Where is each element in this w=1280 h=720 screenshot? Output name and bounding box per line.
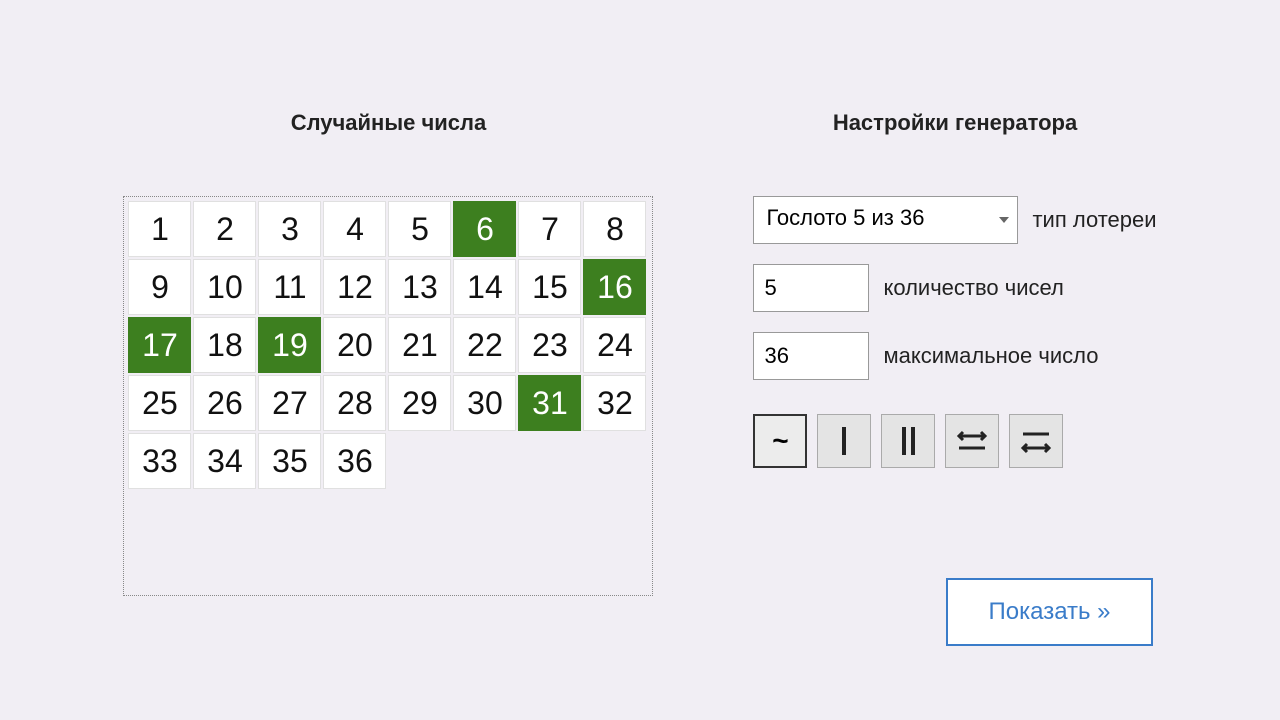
number-cell-19[interactable]: 19 xyxy=(258,317,321,373)
number-cell-31[interactable]: 31 xyxy=(518,375,581,431)
number-cell-24[interactable]: 24 xyxy=(583,317,646,373)
number-cell-16[interactable]: 16 xyxy=(583,259,646,315)
right-title: Настройки генератора xyxy=(833,110,1077,136)
mode-button-arrow-over-line[interactable] xyxy=(945,414,999,468)
lottery-selected-value: Гослото 5 из 36 xyxy=(766,205,924,230)
lottery-type-select[interactable]: Гослото 5 из 36 xyxy=(753,196,1018,244)
number-cell-13[interactable]: 13 xyxy=(388,259,451,315)
number-cell-5[interactable]: 5 xyxy=(388,201,451,257)
number-cell-33[interactable]: 33 xyxy=(128,433,191,489)
number-cell-36[interactable]: 36 xyxy=(323,433,386,489)
number-cell-4[interactable]: 4 xyxy=(323,201,386,257)
number-cell-21[interactable]: 21 xyxy=(388,317,451,373)
left-title: Случайные числа xyxy=(291,110,487,136)
number-cell-14[interactable]: 14 xyxy=(453,259,516,315)
line-over-arrow-icon xyxy=(1019,426,1053,456)
number-grid: 1234567891011121314151617181920212223242… xyxy=(123,196,653,596)
arrow-over-line-icon xyxy=(955,426,989,456)
number-cell-32[interactable]: 32 xyxy=(583,375,646,431)
number-cell-23[interactable]: 23 xyxy=(518,317,581,373)
number-cell-29[interactable]: 29 xyxy=(388,375,451,431)
tilde-icon: ~ xyxy=(772,425,788,457)
number-cell-10[interactable]: 10 xyxy=(193,259,256,315)
submit-button[interactable]: Показать » xyxy=(946,578,1152,646)
number-cell-22[interactable]: 22 xyxy=(453,317,516,373)
number-cell-8[interactable]: 8 xyxy=(583,201,646,257)
number-cell-15[interactable]: 15 xyxy=(518,259,581,315)
mode-button-line-over-arrow[interactable] xyxy=(1009,414,1063,468)
number-cell-17[interactable]: 17 xyxy=(128,317,191,373)
number-cell-11[interactable]: 11 xyxy=(258,259,321,315)
number-cell-28[interactable]: 28 xyxy=(323,375,386,431)
random-numbers-panel: Случайные числа 123456789101112131415161… xyxy=(123,110,653,720)
mode-button-double-bar[interactable] xyxy=(881,414,935,468)
single-bar-icon xyxy=(842,427,846,455)
number-cell-20[interactable]: 20 xyxy=(323,317,386,373)
number-cell-12[interactable]: 12 xyxy=(323,259,386,315)
number-cell-25[interactable]: 25 xyxy=(128,375,191,431)
number-cell-6[interactable]: 6 xyxy=(453,201,516,257)
max-input[interactable] xyxy=(753,332,869,380)
number-cell-1[interactable]: 1 xyxy=(128,201,191,257)
number-cell-30[interactable]: 30 xyxy=(453,375,516,431)
lottery-label: тип лотереи xyxy=(1032,207,1156,233)
number-cell-7[interactable]: 7 xyxy=(518,201,581,257)
count-input[interactable] xyxy=(753,264,869,312)
number-cell-9[interactable]: 9 xyxy=(128,259,191,315)
number-cell-3[interactable]: 3 xyxy=(258,201,321,257)
generator-settings-panel: Настройки генератора Гослото 5 из 36 тип… xyxy=(753,110,1156,720)
number-cell-2[interactable]: 2 xyxy=(193,201,256,257)
count-label: количество чисел xyxy=(883,275,1063,301)
max-label: максимальное число xyxy=(883,343,1098,369)
number-cell-34[interactable]: 34 xyxy=(193,433,256,489)
number-cell-18[interactable]: 18 xyxy=(193,317,256,373)
number-cell-35[interactable]: 35 xyxy=(258,433,321,489)
double-bar-icon xyxy=(902,427,915,455)
number-cell-26[interactable]: 26 xyxy=(193,375,256,431)
mode-buttons: ~ xyxy=(753,414,1063,468)
mode-button-tilde[interactable]: ~ xyxy=(753,414,807,468)
number-cell-27[interactable]: 27 xyxy=(258,375,321,431)
mode-button-single-bar[interactable] xyxy=(817,414,871,468)
